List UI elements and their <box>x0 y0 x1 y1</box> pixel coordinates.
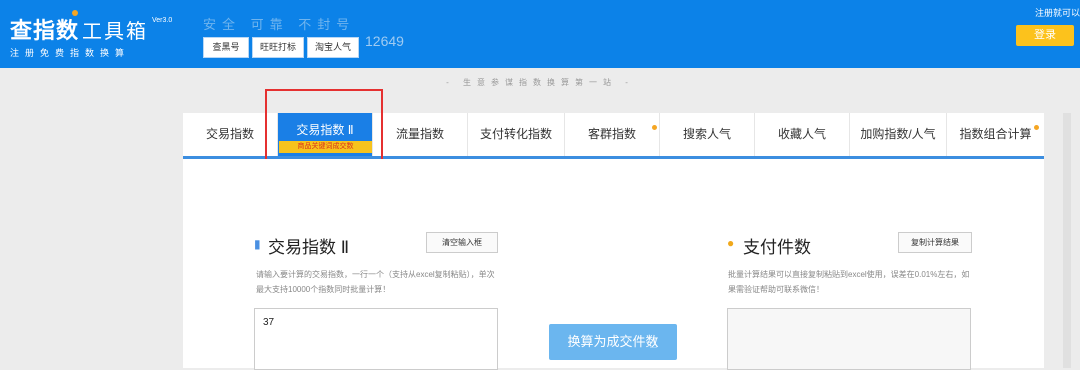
tab-favorites-popularity[interactable]: 收藏人气 <box>755 113 850 156</box>
logo-title[interactable]: 查指数 <box>10 13 79 45</box>
index-input-textarea[interactable]: 37 <box>254 308 498 370</box>
logo-version: Ver3.0 <box>152 17 173 24</box>
scrollbar[interactable] <box>1063 113 1071 368</box>
logo-slogan: 注册免费指数换算 <box>10 48 131 58</box>
banner-slogan: - 生意参谋指数换算第一站 - <box>446 78 634 87</box>
login-button[interactable]: 登录 <box>1016 25 1074 46</box>
bar-chart-icon: ▮ <box>254 237 261 251</box>
tab-traffic-index[interactable]: 流量指数 <box>373 113 468 156</box>
visitor-counter: 12649 <box>365 33 404 49</box>
copy-result-button[interactable]: 复制计算结果 <box>898 232 972 253</box>
header-tagline: 安全 可靠 不封号 <box>203 17 356 32</box>
left-panel-title: 交易指数 Ⅱ <box>268 238 350 257</box>
register-hint[interactable]: 注册就可以 <box>1035 6 1080 19</box>
left-panel-description: 请输入要计算的交易指数，一行一个（支持从excel复制粘贴），单次最大支持100… <box>256 270 495 294</box>
tab-trade-index[interactable]: 交易指数 <box>183 113 278 156</box>
tab-payment-conversion-index[interactable]: 支付转化指数 <box>468 113 565 156</box>
check-black-account-button[interactable]: 查黑号 <box>203 37 249 58</box>
wangwang-tag-button[interactable]: 旺旺打标 <box>252 37 304 58</box>
result-output-textarea[interactable] <box>727 308 971 370</box>
new-dot-icon <box>1034 125 1039 130</box>
convert-button[interactable]: 换算为成交件数 <box>549 324 677 360</box>
right-panel-title: 支付件数 <box>743 238 811 257</box>
tab-index-combination[interactable]: 指数组合计算 <box>947 113 1044 156</box>
clear-input-button[interactable]: 清空输入框 <box>426 232 498 253</box>
new-dot-icon <box>652 125 657 130</box>
top-header: 查指数 工具箱 Ver3.0 注册免费指数换算 安全 可靠 不封号 查黑号 旺旺… <box>0 0 1080 68</box>
tab-cart-index[interactable]: 加购指数/人气 <box>850 113 947 156</box>
logo-subtitle: 工具箱 <box>82 21 148 43</box>
logo-dot-icon <box>72 10 78 16</box>
right-panel-description: 批量计算结果可以直接复制粘贴到excel使用，误差在0.01%左右，如果需验证帮… <box>728 270 970 294</box>
hand-cursor-icon: ☝ <box>649 335 658 351</box>
tab-search-popularity[interactable]: 搜索人气 <box>660 113 755 156</box>
coins-icon: ● <box>727 236 735 250</box>
taobao-popularity-button[interactable]: 淘宝人气 <box>307 37 359 58</box>
highlight-box <box>265 89 383 170</box>
tab-customer-group-index[interactable]: 客群指数 <box>565 113 660 156</box>
